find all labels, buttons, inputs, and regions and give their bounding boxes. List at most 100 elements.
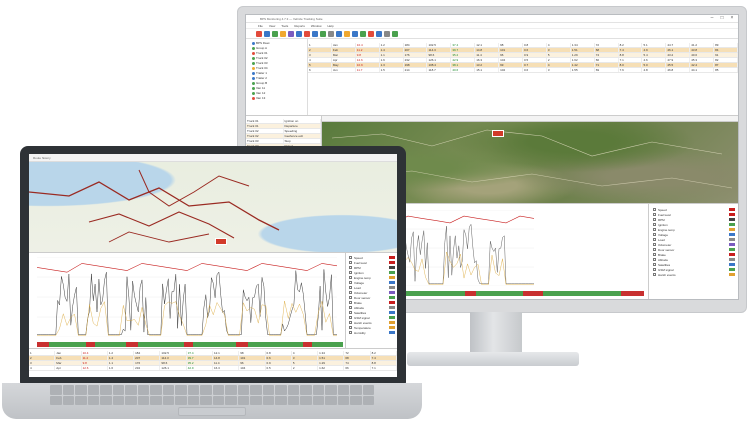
checkbox[interactable] [653, 228, 656, 231]
toolbar-icon[interactable] [280, 30, 286, 37]
checkbox[interactable] [349, 286, 352, 289]
checkbox[interactable] [349, 321, 352, 324]
toolbar-icon[interactable] [328, 30, 334, 37]
keyboard-key [275, 395, 287, 405]
table-cell: 99 [499, 63, 524, 67]
checkbox[interactable] [349, 291, 352, 294]
toolbar-icon[interactable] [312, 30, 318, 37]
checkbox[interactable] [349, 296, 352, 299]
legend-item[interactable]: Harsh events [653, 272, 735, 277]
checkbox[interactable] [349, 281, 352, 284]
checkbox[interactable] [349, 276, 352, 279]
table-cell: 0.5 [266, 366, 292, 370]
checkbox[interactable] [349, 326, 352, 329]
laptop-sensor-chart[interactable] [29, 253, 345, 348]
table-cell: 1 [308, 43, 332, 47]
checkbox[interactable] [653, 213, 656, 216]
table-cell: 98 [239, 351, 266, 355]
toolbar-icon[interactable] [304, 30, 310, 37]
checkbox[interactable] [653, 238, 656, 241]
table-row[interactable]: 6 Jun 11.7 1.5 214 118.7 40.6 15.1 102 0.6 3 1.55 69… [308, 68, 738, 73]
tree-item[interactable]: Van 13 [252, 96, 305, 101]
checkbox[interactable] [349, 331, 352, 334]
checkbox[interactable] [653, 223, 656, 226]
table-cell: 104 [239, 366, 266, 370]
status-dot-icon [252, 77, 255, 80]
toolbar-icon[interactable] [288, 30, 294, 37]
table-cell: 37.4 [187, 351, 213, 355]
checkbox[interactable] [349, 311, 352, 314]
toolbar-icon[interactable] [344, 30, 350, 37]
legend-label: Altitude [354, 305, 365, 310]
checkbox[interactable] [349, 306, 352, 309]
table-cell: 4 [547, 63, 571, 67]
toolbar-icon[interactable] [352, 30, 358, 37]
checkbox[interactable] [653, 258, 656, 261]
toolbar-icon[interactable] [384, 30, 390, 37]
checkbox[interactable] [349, 266, 352, 269]
laptop-trackpad [178, 407, 246, 416]
laptop-chart-panel: Speed Fuel level RPM Ignition Engine temp Vol… [29, 252, 397, 348]
table-cell: 3 [29, 361, 56, 365]
checkbox[interactable] [653, 268, 656, 271]
keyboard-key [62, 385, 74, 395]
menu-item[interactable]: File [258, 23, 263, 28]
vehicle-marker-icon[interactable] [215, 238, 227, 245]
checkbox[interactable] [653, 248, 656, 251]
list-cell: Truck 01 [246, 119, 284, 123]
table-row[interactable]: 4 Apr 12.6 1.6 232 126.1 42.9 16.3 104 0.5 2 1.62 66… [29, 366, 397, 371]
toolbar-icon[interactable] [392, 30, 398, 37]
table-cell: 0.9 [266, 361, 292, 365]
checkbox[interactable] [349, 301, 352, 304]
checkbox[interactable] [349, 271, 352, 274]
checkbox[interactable] [653, 233, 656, 236]
table-cell: 0.6 [523, 68, 547, 72]
toolbar-icon[interactable] [320, 30, 326, 37]
toolbar-icon[interactable] [296, 30, 302, 37]
checkbox[interactable] [349, 261, 352, 264]
toolbar-icon[interactable] [336, 30, 342, 37]
checkbox[interactable] [349, 316, 352, 319]
laptop-titlebar: Route history [29, 154, 397, 162]
menu-item[interactable]: Help [328, 23, 334, 28]
table-cell: May [332, 63, 356, 67]
toolbar-icon[interactable] [264, 30, 270, 37]
menu-item[interactable]: View [269, 23, 275, 28]
table-cell: 12.6 [356, 58, 380, 62]
menu-item[interactable]: Tools [281, 23, 288, 28]
table-cell: 40.6 [451, 68, 476, 72]
minimize-icon[interactable]: – [709, 16, 715, 21]
table-cell: Jan [332, 43, 356, 47]
table-cell: 1.51 [318, 356, 345, 360]
vehicle-marker-icon[interactable] [492, 130, 504, 137]
table-cell: 108.4 [427, 63, 452, 67]
keyboard-key [112, 395, 124, 405]
table-cell: 46.1 [666, 48, 691, 52]
list-cell: Geofence exit [284, 134, 321, 138]
checkbox[interactable] [653, 208, 656, 211]
maximize-icon[interactable]: □ [719, 16, 725, 21]
legend-item[interactable]: Humidity [349, 330, 395, 335]
table-cell: 0.6 [523, 48, 547, 52]
table-cell: 1.2 [380, 43, 404, 47]
checkbox[interactable] [653, 243, 656, 246]
close-icon[interactable]: × [729, 16, 735, 21]
checkbox[interactable] [653, 218, 656, 221]
checkbox[interactable] [653, 253, 656, 256]
menu-item[interactable]: Window [311, 23, 322, 28]
table-cell: 37.4 [451, 43, 476, 47]
checkbox[interactable] [653, 263, 656, 266]
toolbar-icon[interactable] [256, 30, 262, 37]
keyboard-key [137, 385, 149, 395]
menu-item[interactable]: Reports [294, 23, 305, 28]
toolbar-icon[interactable] [272, 30, 278, 37]
checkbox[interactable] [349, 256, 352, 259]
road-map[interactable] [29, 162, 397, 252]
table-cell: 84 [714, 48, 738, 52]
legend-swatch [729, 233, 735, 236]
toolbar-icon[interactable] [376, 30, 382, 37]
toolbar-icon[interactable] [360, 30, 366, 37]
toolbar-icon[interactable] [368, 30, 374, 37]
legend-label: Engine temp [354, 275, 371, 280]
checkbox[interactable] [653, 273, 656, 276]
